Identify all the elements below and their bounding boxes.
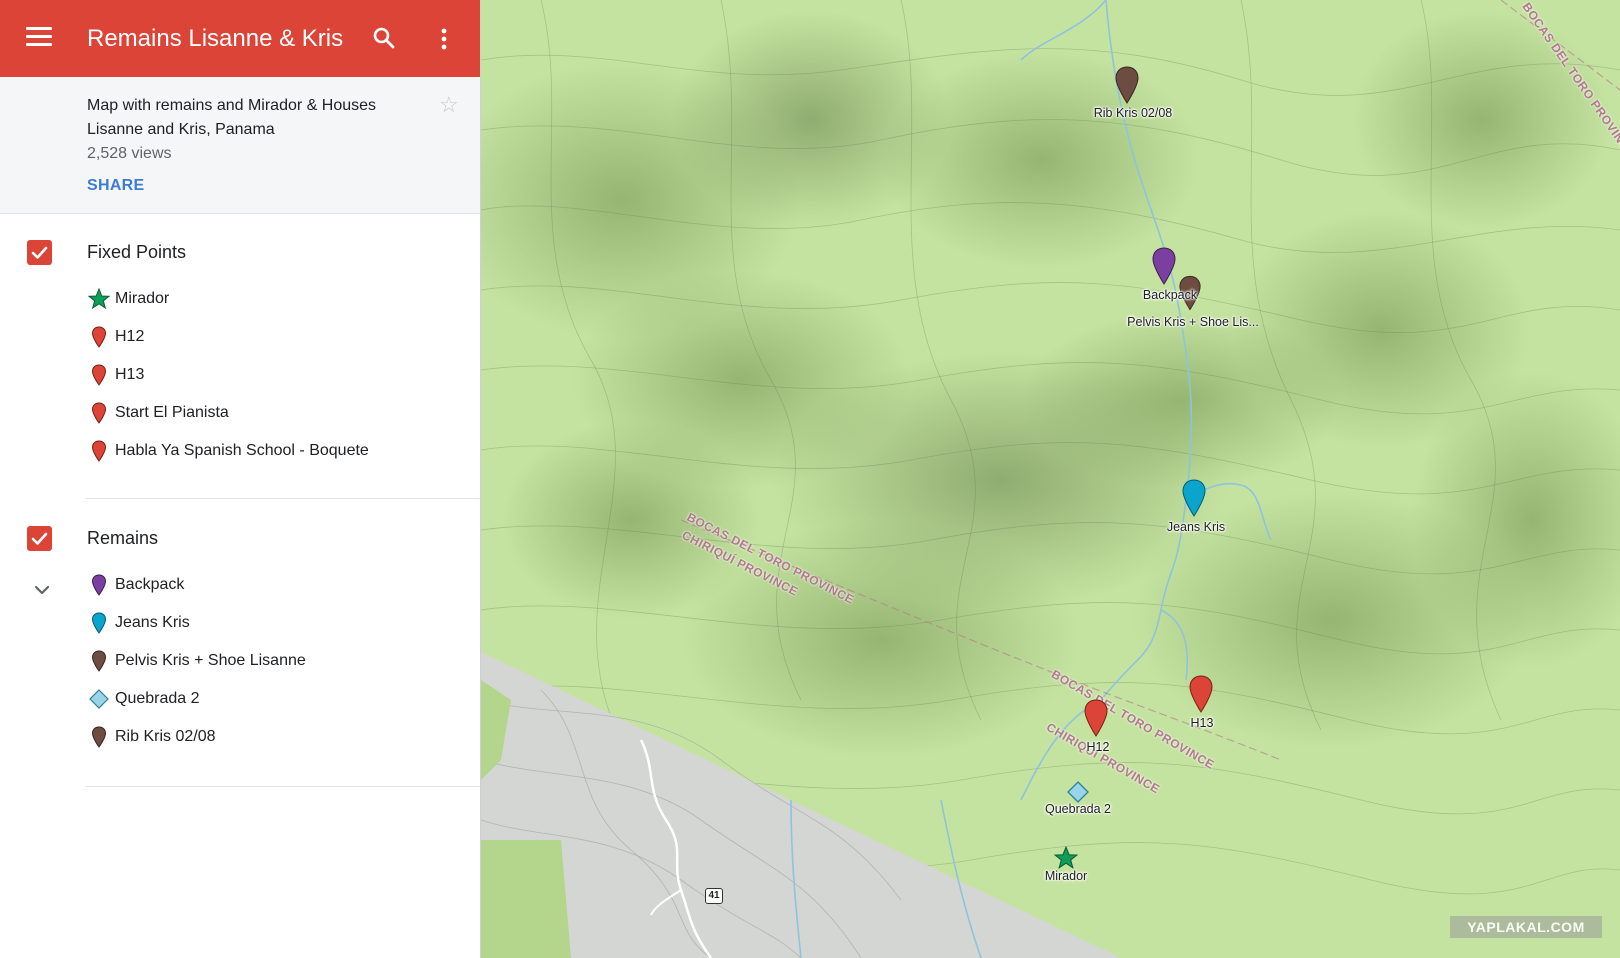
- pin-icon: [91, 574, 107, 596]
- layer-fixed-points: Fixed Points: [0, 235, 480, 275]
- list-item-habla-ya[interactable]: Habla Ya Spanish School - Boquete: [87, 437, 467, 465]
- pin-icon: [91, 364, 107, 386]
- map-marker-h13[interactable]: [1188, 675, 1214, 713]
- layer-remains: Remains: [0, 521, 480, 561]
- map-marker-mirador[interactable]: [1053, 845, 1079, 871]
- diamond-icon: [89, 689, 109, 709]
- map-description: Map with remains and Mirador & Houses Li…: [87, 97, 377, 138]
- map-canvas[interactable]: BOCAS DEL TORO PROVINCE CHIRIQUÍ PROVINC…: [481, 0, 1620, 958]
- list-item-label: Habla Ya Spanish School - Boquete: [115, 442, 369, 459]
- list-item-label: Backpack: [115, 576, 185, 593]
- list-item-backpack[interactable]: Backpack: [87, 571, 467, 599]
- sidebar: Remains Lisanne & Kris Map with remains …: [0, 0, 481, 958]
- list-item-label: H12: [115, 328, 145, 345]
- pin-icon: [91, 440, 107, 462]
- map-marker-jeans-kris[interactable]: [1181, 479, 1207, 517]
- pin-icon: [91, 612, 107, 634]
- layer-divider: [85, 498, 480, 499]
- layer-divider: [85, 786, 480, 787]
- list-item-label: Rib Kris 02/08: [115, 728, 216, 745]
- list-item-label: Quebrada 2: [115, 690, 200, 707]
- pin-icon: [91, 402, 107, 424]
- map-title: Remains Lisanne & Kris: [87, 25, 344, 52]
- map-marker-h12[interactable]: [1083, 699, 1109, 737]
- chevron-down-icon[interactable]: [32, 583, 52, 597]
- pin-icon: [91, 650, 107, 672]
- list-item-start-el-pianista[interactable]: Start El Pianista: [87, 399, 467, 427]
- list-item-h12[interactable]: H12: [87, 323, 467, 351]
- list-item-pelvis-kris[interactable]: Pelvis Kris + Shoe Lisanne: [87, 647, 467, 675]
- pin-icon: [91, 726, 107, 748]
- list-item-label: Start El Pianista: [115, 404, 229, 421]
- list-item-jeans-kris[interactable]: Jeans Kris: [87, 609, 467, 637]
- more-vert-icon[interactable]: [432, 26, 456, 52]
- route-shield: 41: [705, 888, 723, 904]
- star-outline-icon[interactable]: ☆: [439, 94, 459, 116]
- map-marker-rib-kris[interactable]: [1114, 66, 1140, 104]
- view-count: 2,528 views: [87, 145, 172, 162]
- marker-label: Mirador: [1044, 869, 1088, 883]
- marker-label: H12: [1086, 740, 1110, 754]
- layer-title: Remains: [87, 528, 159, 548]
- list-item-mirador[interactable]: Mirador: [87, 285, 467, 313]
- map-info-panel: Map with remains and Mirador & Houses Li…: [0, 77, 480, 214]
- marker-label: Jeans Kris: [1166, 520, 1226, 534]
- list-item-label: Jeans Kris: [115, 614, 190, 631]
- list-item-label: H13: [115, 366, 145, 383]
- marker-label: Pelvis Kris + Shoe Lis...: [1127, 315, 1259, 329]
- marker-label: Rib Kris 02/08: [1093, 106, 1173, 120]
- marker-label: Backpack: [1142, 288, 1198, 302]
- watermark: YAPLAKAL.COM: [1450, 916, 1602, 938]
- menu-icon[interactable]: [26, 27, 52, 51]
- marker-label: Quebrada 2: [1044, 802, 1112, 816]
- marker-label: H13: [1190, 716, 1214, 730]
- search-icon[interactable]: [372, 26, 398, 52]
- layer-checkbox-remains[interactable]: [27, 526, 52, 551]
- layer-title: Fixed Points: [87, 242, 187, 262]
- list-item-quebrada-2[interactable]: Quebrada 2: [87, 685, 467, 713]
- app-bar: Remains Lisanne & Kris: [0, 0, 480, 77]
- pin-icon: [91, 326, 107, 348]
- share-button[interactable]: SHARE: [87, 177, 145, 195]
- star-icon: [87, 287, 111, 310]
- list-item-label: Pelvis Kris + Shoe Lisanne: [115, 652, 306, 669]
- list-item-h13[interactable]: H13: [87, 361, 467, 389]
- map-marker-backpack[interactable]: [1151, 247, 1177, 285]
- list-item-label: Mirador: [115, 290, 170, 307]
- list-item-rib-kris[interactable]: Rib Kris 02/08: [87, 723, 467, 751]
- layer-checkbox-fixed-points[interactable]: [27, 240, 52, 265]
- map-marker-quebrada-2[interactable]: [1066, 780, 1090, 804]
